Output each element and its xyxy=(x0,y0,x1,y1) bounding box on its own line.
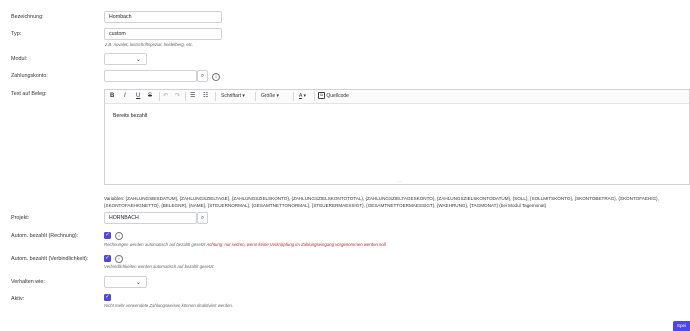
modul-select[interactable]: ⌄ xyxy=(104,53,147,65)
toolbar-divider xyxy=(185,92,186,101)
label-autom-bezahlt-rechnung: Autom. bezahlt (Rechnung): xyxy=(11,233,79,239)
zahlungskonto-input[interactable] xyxy=(104,70,197,82)
source-code-button[interactable]: ⧉ Quellcode xyxy=(318,92,349,101)
redo-icon[interactable]: ↷ xyxy=(175,92,180,101)
info-icon[interactable]: i xyxy=(115,232,123,240)
label-modul: Modul: xyxy=(11,56,28,62)
toolbar-divider xyxy=(215,92,216,101)
undo-icon[interactable]: ↶ xyxy=(163,92,168,101)
search-icon[interactable]: ⌕ xyxy=(197,70,208,82)
toolbar-divider xyxy=(255,92,256,101)
editor-toolbar: B I U S ↶ ↷ ☰ ☷ Schriftart ▾ Größe ▾ A ▾… xyxy=(105,90,689,104)
autom-rechnung-warning: Achtung: nur setzen, wenn keine Verknüpf… xyxy=(206,242,387,247)
font-size-dropdown[interactable]: Größe ▾ xyxy=(261,92,279,101)
italic-button[interactable]: I xyxy=(124,92,126,101)
info-icon[interactable]: i xyxy=(115,255,123,263)
autom-bezahlt-verbindlichkeit-checkbox[interactable]: ✓ xyxy=(104,255,111,262)
autom-rechnung-hint: Rechnungen werden automatisch auf bezahl… xyxy=(104,242,387,247)
autom-rechnung-hint-text: Rechnungen werden automatisch auf bezahl… xyxy=(104,242,207,247)
autom-verbindlichkeit-hint: Verbindlichkeiten werden automatisch auf… xyxy=(104,264,215,269)
info-icon[interactable]: i xyxy=(212,73,220,81)
numbered-list-icon[interactable]: ☷ xyxy=(203,92,208,101)
font-family-label: Schriftart xyxy=(221,93,242,99)
variables-help-text: Variablen: {ZAHLUNGSBISDATUM}, {ZAHLUNGS… xyxy=(104,196,659,208)
aktiv-checkbox[interactable]: ✓ xyxy=(104,294,111,301)
underline-button[interactable]: U xyxy=(136,92,140,101)
text-color-dropdown[interactable]: A ▾ xyxy=(299,92,306,101)
chevron-down-icon: ⌄ xyxy=(135,57,141,63)
projekt-input[interactable]: HORNBACH xyxy=(104,212,197,224)
resize-handle-icon[interactable]: ⋯ xyxy=(397,179,401,184)
strikethrough-button[interactable]: S xyxy=(148,92,152,101)
source-code-icon: ⧉ xyxy=(318,92,325,100)
bold-button[interactable]: B xyxy=(110,92,114,101)
label-zahlungskonto: Zahlungskonto: xyxy=(11,73,48,79)
toolbar-divider xyxy=(293,92,294,101)
label-projekt: Projekt: xyxy=(11,215,30,221)
verhalten-wie-select[interactable]: ⌄ xyxy=(104,276,147,288)
aktiv-hint: Nicht mehr verwendete Zahlungsweisen kön… xyxy=(104,303,233,308)
rich-text-editor[interactable]: B I U S ↶ ↷ ☰ ☷ Schriftart ▾ Größe ▾ A ▾… xyxy=(104,89,690,185)
source-code-label: Quellcode xyxy=(326,93,349,99)
label-bezeichnung: Bezeichnung: xyxy=(11,14,44,20)
font-family-dropdown[interactable]: Schriftart ▾ xyxy=(221,92,245,101)
typ-input[interactable]: custom xyxy=(104,28,222,40)
font-size-label: Größe xyxy=(261,93,276,99)
typ-hint: z.B. novalet, lastschriftspezial, heidel… xyxy=(105,42,194,47)
text-color-icon: A xyxy=(299,93,303,99)
autom-bezahlt-rechnung-checkbox[interactable]: ✓ xyxy=(104,232,111,239)
label-typ: Typ: xyxy=(11,31,22,37)
label-autom-bezahlt-verbindlichkeit: Autom. bezahlt (Verbindlichkeit): xyxy=(11,256,89,262)
bulleted-list-icon[interactable]: ☰ xyxy=(190,92,195,101)
label-text-auf-beleg: Text auf Beleg: xyxy=(11,91,47,97)
save-button[interactable]: Spei xyxy=(673,321,690,331)
editor-content[interactable]: Bereits bezahlt xyxy=(113,113,147,119)
chevron-down-icon: ⌄ xyxy=(135,280,141,286)
label-aktiv: Aktiv: xyxy=(11,296,25,302)
search-icon[interactable]: ⌕ xyxy=(197,212,208,224)
toolbar-divider xyxy=(159,92,160,101)
toolbar-divider xyxy=(314,92,315,101)
bezeichnung-input[interactable]: Hornbach xyxy=(104,11,222,23)
label-verhalten-wie: Verhalten wie: xyxy=(11,279,45,285)
